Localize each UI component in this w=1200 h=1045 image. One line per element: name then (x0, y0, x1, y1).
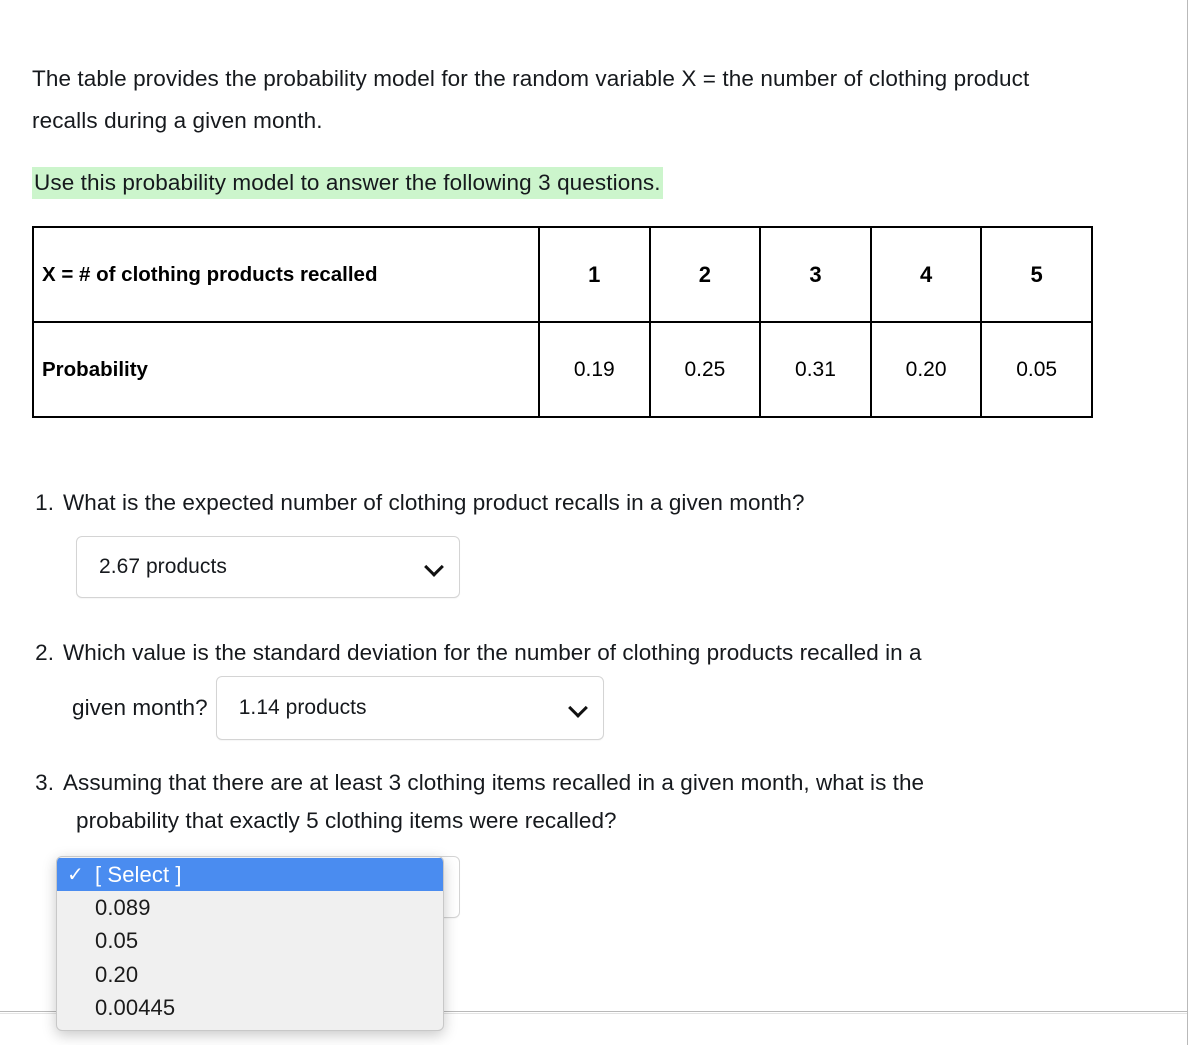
question-2-text-line1: Which value is the standard deviation fo… (63, 640, 922, 665)
dropdown-option-0089[interactable]: 0.089 (57, 891, 443, 924)
checkmark-icon (67, 998, 95, 1018)
chevron-down-icon (425, 558, 443, 576)
probability-model-table: X = # of clothing products recalled 1 2 … (32, 226, 1093, 418)
dropdown-option-label: 0.089 (95, 895, 151, 921)
dropdown-option-select[interactable]: ✓ [ Select ] (57, 858, 443, 892)
question-2-number: 2. (35, 640, 54, 665)
chevron-down-icon (569, 699, 587, 717)
intro-paragraph: The table provides the probability model… (32, 66, 1030, 133)
question-1-selected-value: 2.67 products (99, 555, 227, 578)
question-2: 2. Which value is the standard deviation… (32, 634, 1142, 740)
content-right-border (1187, 0, 1188, 1045)
instruction-line: Use this probability model to answer the… (32, 167, 1187, 199)
checkmark-icon (67, 931, 95, 951)
table-probability-label: Probability (32, 321, 540, 418)
question-2-answer-select[interactable]: 1.14 products (215, 676, 604, 740)
checkmark-icon (67, 898, 95, 918)
question-2-selected-value: 1.14 products (238, 696, 367, 719)
table-cell-p-1: 0.19 (538, 321, 651, 418)
dropdown-option-005[interactable]: 0.05 (57, 925, 443, 958)
question-1: 1. What is the expected number of clothi… (32, 484, 1142, 598)
page-root: The table provides the probability model… (0, 0, 1200, 1045)
table-cell-x-4: 4 (869, 226, 983, 323)
question-3-number: 3. (35, 770, 54, 795)
question-3-text-line1: Assuming that there are at least 3 cloth… (63, 770, 925, 795)
questions-list: 1. What is the expected number of clothi… (32, 484, 1142, 918)
question-2-text-line2: given month? (72, 695, 208, 720)
table-row-probabilities: Probability 0.19 0.25 0.31 0.20 0.05 (32, 321, 1093, 418)
table-cell-x-5: 5 (980, 226, 1093, 323)
dropdown-option-label: [ Select ] (95, 861, 182, 887)
table-header-label: X = # of clothing products recalled (32, 226, 540, 323)
table-cell-p-2: 0.25 (648, 321, 762, 418)
dropdown-option-020[interactable]: 0.20 (57, 958, 443, 991)
dropdown-option-label: 0.00445 (95, 995, 176, 1021)
table-cell-p-3: 0.31 (759, 321, 872, 418)
checkmark-icon: ✓ (67, 863, 84, 886)
checkmark-icon (67, 965, 95, 985)
dropdown-option-000445[interactable]: 0.00445 (57, 992, 443, 1025)
dropdown-option-label: 0.05 (95, 928, 139, 954)
table-cell-p-5: 0.05 (980, 321, 1093, 418)
table-cell-x-3: 3 (759, 226, 872, 323)
question-1-number: 1. (35, 490, 54, 515)
table-cell-x-1: 1 (538, 226, 651, 323)
instruction-highlight: Use this probability model to answer the… (32, 167, 663, 199)
table-cell-x-2: 2 (648, 226, 762, 323)
question-1-answer-select[interactable]: 2.67 products (76, 536, 460, 598)
dropdown-option-label: 0.20 (95, 961, 139, 987)
question-1-text: What is the expected number of clothing … (63, 490, 805, 515)
table-row-x-values: X = # of clothing products recalled 1 2 … (32, 226, 1093, 323)
table-cell-p-4: 0.20 (869, 321, 983, 418)
question-3-text-line2: probability that exactly 5 clothing item… (76, 808, 617, 833)
question-3-dropdown-menu[interactable]: ✓ [ Select ] 0.089 0.05 0.20 0.00445 (56, 856, 444, 1031)
